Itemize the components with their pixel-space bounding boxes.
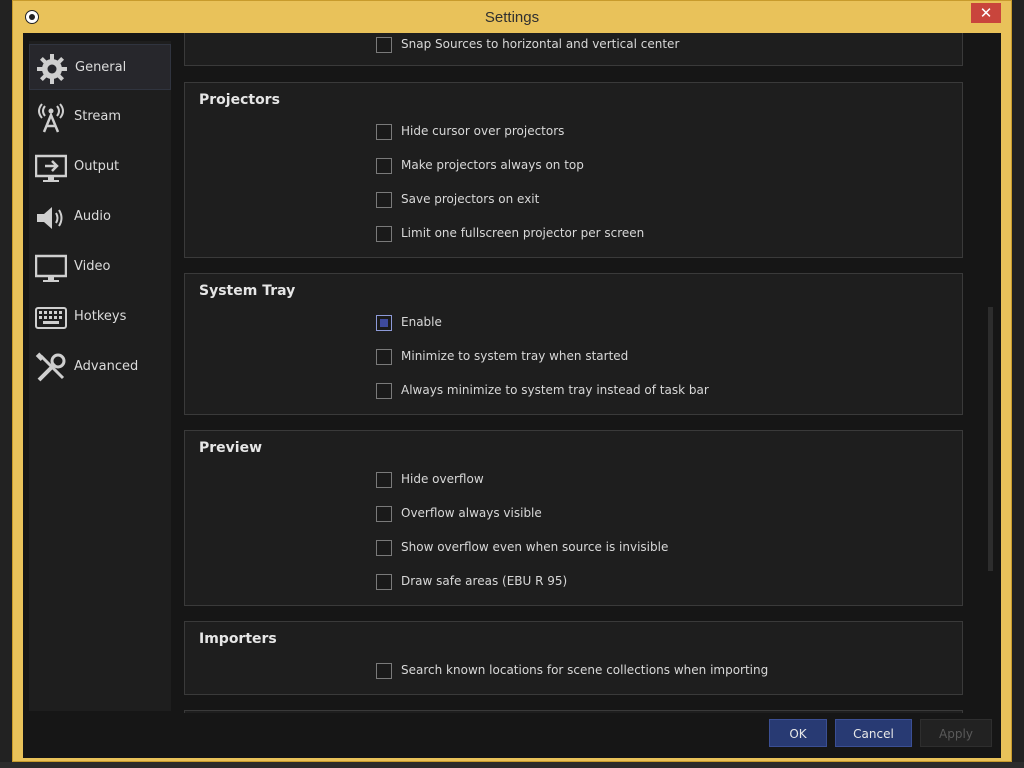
- sidebar-item-output[interactable]: Output: [29, 144, 171, 190]
- checkbox-label: Search known locations for scene collect…: [401, 663, 769, 677]
- sidebar-item-stream[interactable]: Stream: [29, 94, 171, 140]
- title-bar[interactable]: Settings ✕: [13, 1, 1011, 33]
- checkbox-label: Overflow always visible: [401, 506, 542, 520]
- sidebar-item-general[interactable]: General: [29, 44, 171, 90]
- checkbox[interactable]: [376, 37, 392, 53]
- settings-body: General Stream Output Audio Video Hotkey…: [23, 33, 1001, 758]
- checkbox-label: Save projectors on exit: [401, 192, 540, 206]
- general-settings-panel[interactable]: Snap Sources to horizontal and vertical …: [173, 33, 1001, 713]
- settings-group-system-tray: System Tray Enable Minimize to system tr…: [184, 273, 963, 415]
- sidebar-item-label: Advanced: [74, 359, 139, 374]
- group-title: Projectors: [199, 92, 280, 108]
- sidebar-item-video[interactable]: Video: [29, 244, 171, 290]
- checkbox[interactable]: [376, 663, 392, 679]
- checkbox[interactable]: [376, 349, 392, 365]
- checkbox[interactable]: [376, 315, 392, 331]
- keyboard-icon: [35, 307, 67, 329]
- checkbox-label: Show overflow even when source is invisi…: [401, 540, 669, 554]
- monitor-icon: [35, 254, 67, 282]
- broadcast-antenna-icon: [38, 103, 64, 133]
- group-title: Preview: [199, 440, 263, 456]
- settings-sidebar: General Stream Output Audio Video Hotkey…: [29, 41, 171, 711]
- sidebar-item-label: Output: [74, 159, 120, 174]
- sidebar-item-label: General: [75, 60, 127, 75]
- output-monitor-icon: [35, 154, 67, 182]
- settings-group-snapping: Snap Sources to horizontal and vertical …: [184, 33, 963, 66]
- group-title: Importers: [199, 631, 277, 647]
- sidebar-item-label: Audio: [74, 209, 111, 224]
- window-title: Settings: [484, 9, 540, 26]
- checkbox[interactable]: [376, 158, 392, 174]
- checkbox-label: Minimize to system tray when started: [401, 349, 629, 363]
- tools-icon: [35, 352, 66, 382]
- checkbox-label: Limit one fullscreen projector per scree…: [401, 226, 645, 240]
- sidebar-item-advanced[interactable]: Advanced: [29, 344, 171, 390]
- sidebar-item-audio[interactable]: Audio: [29, 194, 171, 240]
- settings-group-importers: Importers Search known locations for sce…: [184, 621, 963, 695]
- close-button[interactable]: ✕: [971, 3, 1001, 23]
- checkbox-label: Always minimize to system tray instead o…: [401, 383, 709, 397]
- checkbox[interactable]: [376, 383, 392, 399]
- checkbox-label: Make projectors always on top: [401, 158, 584, 172]
- settings-group-next: [184, 710, 963, 713]
- checkbox[interactable]: [376, 506, 392, 522]
- checkbox-label: Enable: [401, 315, 442, 329]
- sidebar-item-label: Hotkeys: [74, 309, 127, 324]
- sidebar-item-hotkeys[interactable]: Hotkeys: [29, 294, 171, 340]
- checkbox[interactable]: [376, 192, 392, 208]
- scrollbar-thumb[interactable]: [988, 307, 993, 571]
- gear-icon: [37, 54, 67, 84]
- apply-button[interactable]: Apply: [920, 719, 992, 747]
- sidebar-item-label: Video: [74, 259, 111, 274]
- settings-group-projectors: Projectors Hide cursor over projectors M…: [184, 82, 963, 258]
- speaker-icon: [37, 207, 63, 229]
- settings-window: Settings ✕ General Stream Output Audio V…: [12, 0, 1012, 762]
- background-app-right-edge: [1012, 0, 1024, 768]
- checkbox[interactable]: [376, 472, 392, 488]
- checkbox-label: Hide overflow: [401, 472, 484, 486]
- sidebar-item-label: Stream: [74, 109, 122, 124]
- checkbox[interactable]: [376, 540, 392, 556]
- checkbox-label: Hide cursor over projectors: [401, 124, 565, 138]
- checkbox[interactable]: [376, 574, 392, 590]
- checkbox-label: Snap Sources to horizontal and vertical …: [401, 37, 680, 51]
- ok-button[interactable]: OK: [769, 719, 827, 747]
- background-app-bottom: [0, 762, 1024, 768]
- settings-group-preview: Preview Hide overflow Overflow always vi…: [184, 430, 963, 606]
- cancel-button[interactable]: Cancel: [835, 719, 912, 747]
- checkbox[interactable]: [376, 124, 392, 140]
- background-app-left-edge: [0, 0, 12, 768]
- group-title: System Tray: [199, 283, 296, 299]
- checkbox-label: Draw safe areas (EBU R 95): [401, 574, 568, 588]
- checkbox[interactable]: [376, 226, 392, 242]
